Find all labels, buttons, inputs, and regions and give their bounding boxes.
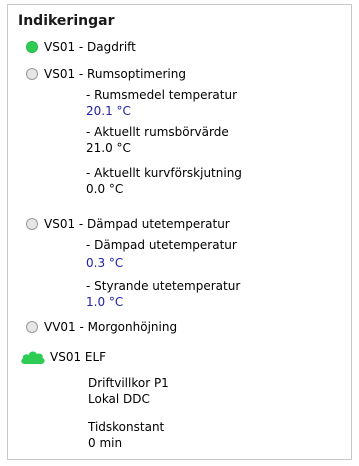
detail-value: Lokal DDC <box>88 392 150 406</box>
detail-value: 20.1 °C <box>86 104 131 118</box>
status-dot-grey-icon <box>26 321 38 333</box>
indication-label: VS01 - Dagdrift <box>44 40 136 54</box>
status-dot-grey-icon <box>26 218 38 230</box>
panel-title: Indikeringar <box>18 13 115 29</box>
detail-label: - Dämpad utetemperatur <box>86 238 237 252</box>
indication-vs01-dagdrift: VS01 - Dagdrift <box>26 39 136 55</box>
indication-vs01-elf: VS01 ELF <box>21 349 107 365</box>
detail-value: 0.3 °C <box>86 256 124 270</box>
detail-value: 1.0 °C <box>86 295 124 309</box>
detail-label: Tidskonstant <box>88 420 165 434</box>
indication-label: VS01 ELF <box>50 350 107 364</box>
indication-vs01-dampad-utetemperatur: VS01 - Dämpad utetemperatur <box>26 216 230 232</box>
detail-value: 21.0 °C <box>86 141 131 155</box>
detail-value: 0.0 °C <box>86 182 124 196</box>
status-dot-green-icon <box>26 41 38 53</box>
detail-value: 0 min <box>88 436 123 450</box>
indication-label: VS01 - Rumsoptimering <box>44 67 186 81</box>
indication-label: VS01 - Dämpad utetemperatur <box>44 217 230 231</box>
indication-label: VV01 - Morgonhöjning <box>44 320 178 334</box>
status-dot-grey-icon <box>26 68 38 80</box>
detail-label: - Rumsmedel temperatur <box>86 88 238 102</box>
cloud-icon <box>21 351 45 364</box>
detail-label: - Styrande utetemperatur <box>86 279 241 293</box>
indication-vs01-rumsoptimering: VS01 - Rumsoptimering <box>26 66 186 82</box>
detail-label: - Aktuellt rumsbörvärde <box>86 125 229 139</box>
detail-label: Driftvillkor P1 <box>88 376 169 390</box>
indication-vv01-morgonhojning: VV01 - Morgonhöjning <box>26 319 177 335</box>
detail-label: - Aktuellt kurvförskjutning <box>86 166 242 180</box>
